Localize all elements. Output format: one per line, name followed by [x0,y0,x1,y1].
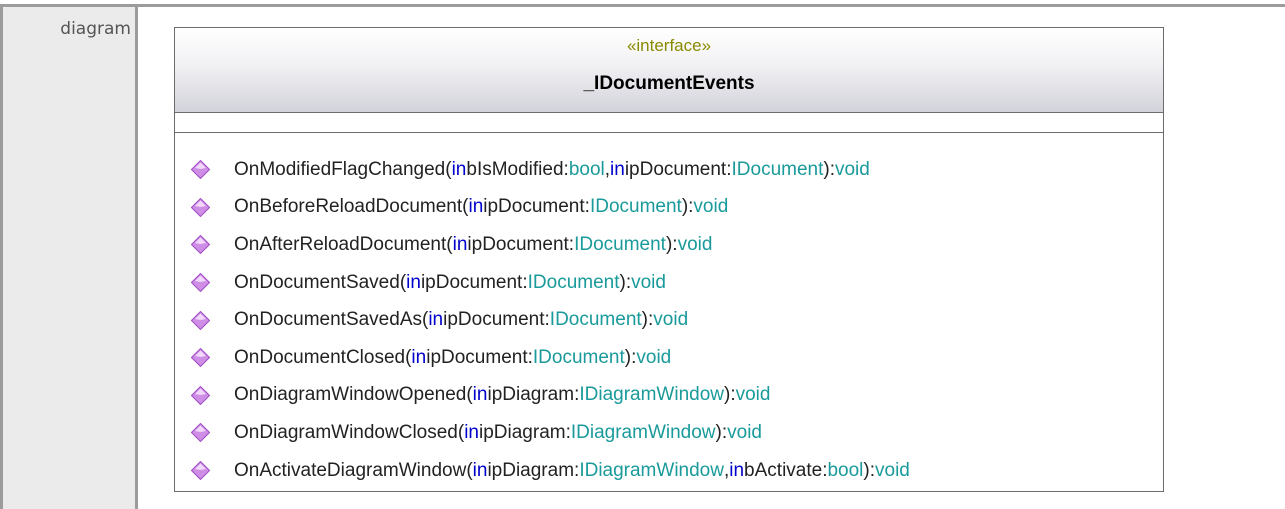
param-name: ipDocument [467,233,569,255]
param-direction: in [406,271,421,293]
param-type: IDocument [532,346,625,368]
param-type: IDocument [731,158,824,180]
operation-diamond-icon [191,273,210,293]
param-type: IDocument [589,196,682,218]
uml-interface-box[interactable]: «interface» _IDocumentEvents OnModifiedF… [174,27,1164,492]
operation-row[interactable]: OnAfterReloadDocument(in ipDocument: IDoc… [191,226,910,264]
param-type: IDocument [574,233,666,255]
operation-row[interactable]: OnDocumentClosed(in ipDocument: IDocument… [191,339,910,377]
operations-list: OnModifiedFlagChanged(in bIsModified: boo… [191,151,910,489]
operation-row[interactable]: OnDiagramWindowOpened(in ipDiagram: IDiag… [191,377,910,415]
operation-name: OnDocumentSaved [234,271,400,293]
operation-row[interactable]: OnDiagramWindowClosed(in ipDiagram: IDiag… [191,414,910,452]
operation-name: OnAfterReloadDocument [234,233,447,255]
param-direction: in [729,459,745,481]
param-name: ipDocument [443,309,545,331]
return-type: void [875,459,910,481]
operation-row[interactable]: OnBeforeReloadDocument(in ipDocument: IDo… [191,189,910,227]
param-direction: in [452,233,468,255]
param-direction: in [428,309,444,331]
param-name: ipDiagram [479,421,566,443]
operation-name: OnDiagramWindowOpened [234,384,467,406]
param-name: ipDiagram [487,459,575,481]
param-name: bIsModified [466,158,564,180]
paren-close: ): [619,271,632,293]
param-type: bool [568,158,605,180]
operation-diamond-icon [191,235,210,255]
paren-close: ): [624,346,637,368]
param-type: IDiagramWindow [579,384,724,406]
operation-row[interactable]: OnDocumentSaved(in ipDocument: IDocument)… [191,264,910,302]
return-type: void [727,421,762,443]
param-direction: in [472,384,488,406]
param-type: IDiagramWindow [579,459,724,481]
param-name: ipDocument [426,346,528,368]
paren-close: ): [863,459,876,481]
operation-row[interactable]: OnActivateDiagramWindow(in ipDiagram: IDi… [191,452,910,490]
row-label: diagram [60,19,131,39]
label-column-border [135,7,138,509]
return-type: void [834,158,870,180]
return-type: void [653,309,689,331]
paren-close: ): [681,196,694,218]
param-name: ipDocument [420,271,523,293]
return-type: void [677,233,713,255]
stereotype-label: «interface» [626,36,712,55]
param-direction: in [610,158,625,180]
interface-name[interactable]: _IDocumentEvents [175,73,1163,95]
param-direction: in [411,346,427,368]
operation-name: OnDiagramWindowClosed [234,421,458,443]
operation-name: OnModifiedFlagChanged [234,158,446,180]
operation-diamond-icon [191,348,210,368]
attributes-compartment [175,113,1163,133]
return-type: void [636,346,672,368]
operation-name: OnDocumentClosed [234,346,406,368]
diagram-panel: diagram «interface» _IDocumentEvents OnM… [0,0,1285,509]
param-name: ipDiagram [487,384,575,406]
param-name: ipDocument [624,158,727,180]
operation-diamond-icon [191,385,210,405]
operation-diamond-icon [191,197,210,217]
operation-diamond-icon [191,310,210,330]
operation-row[interactable]: OnModifiedFlagChanged(in bIsModified: boo… [191,151,910,189]
param-type: bool [827,459,864,481]
param-direction: in [468,196,484,218]
operation-row[interactable]: OnDocumentSavedAs(in ipDocument: IDocumen… [191,301,910,339]
paren-close: ): [641,309,654,331]
paren-close: ): [715,421,728,443]
paren-close: ): [665,233,678,255]
paren-close: ): [724,384,736,406]
param-direction: in [451,158,467,180]
param-type: IDocument [527,271,620,293]
return-type: void [735,384,771,406]
label-column: diagram [3,7,135,509]
param-type: IDocument [549,309,642,331]
return-type: void [631,271,666,293]
operation-name: OnDocumentSavedAs [234,309,422,331]
operation-diamond-icon [191,461,210,481]
operation-diamond-icon [191,160,210,180]
uml-interface-header: «interface» _IDocumentEvents [175,28,1163,113]
param-type: IDiagramWindow [570,421,716,443]
param-direction: in [472,459,488,481]
top-border [0,4,1285,7]
param-direction: in [464,421,479,443]
param-name: ipDocument [483,196,585,218]
param-name: bActivate [744,459,823,481]
operation-name: OnBeforeReloadDocument [234,196,463,218]
return-type: void [693,196,729,218]
operation-name: OnActivateDiagramWindow [234,459,467,481]
operation-diamond-icon [191,423,210,443]
paren-close: ): [823,158,835,180]
